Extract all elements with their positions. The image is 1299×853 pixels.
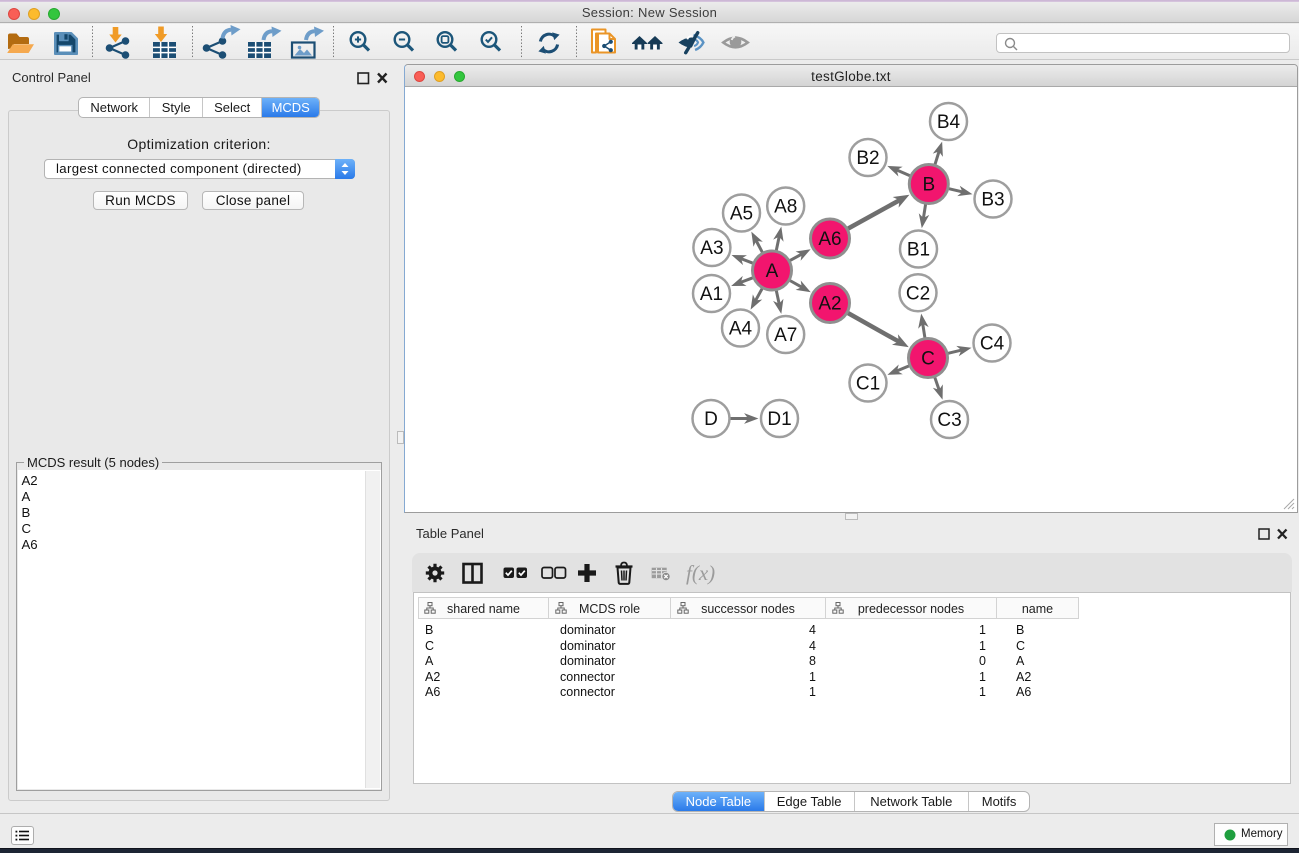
svg-text:A4: A4 [729,319,753,340]
svg-text:C: C [921,349,935,370]
svg-text:D: D [704,409,718,430]
svg-text:A8: A8 [774,197,797,218]
svg-text:C2: C2 [906,283,930,304]
svg-text:C1: C1 [856,374,880,395]
svg-text:D1: D1 [767,409,791,430]
svg-text:A1: A1 [700,284,723,305]
svg-text:A2: A2 [818,294,841,315]
svg-text:C3: C3 [937,410,961,431]
svg-text:A7: A7 [774,325,797,346]
svg-text:A: A [766,261,779,282]
svg-text:A3: A3 [700,238,723,259]
svg-text:B2: B2 [856,148,879,169]
svg-text:f(x): f(x) [686,561,715,585]
svg-text:B3: B3 [981,190,1004,211]
svg-text:A5: A5 [730,204,753,225]
svg-text:B4: B4 [937,112,961,133]
svg-text:A6: A6 [818,229,841,250]
svg-text:C4: C4 [980,334,1005,355]
svg-text:B: B [922,175,935,196]
svg-text:B1: B1 [907,240,930,261]
